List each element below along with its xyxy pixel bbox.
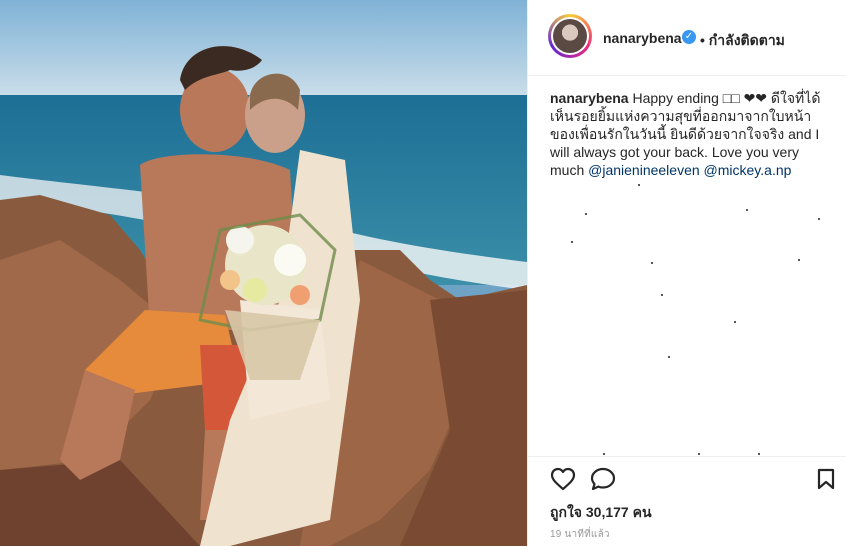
artifact-dot [798, 259, 800, 261]
post-actions: ถูกใจ 30,177 คน 19 นาทีที่แล้ว [528, 456, 846, 547]
post-side-panel: nanarybena ✓ • กำลังติดตาม nanarybena Ha… [527, 0, 846, 546]
artifact-dot [585, 213, 587, 215]
username-link[interactable]: nanarybena [603, 30, 682, 46]
artifact-dot [603, 453, 605, 455]
artifact-dot [734, 321, 736, 323]
artifact-dot [746, 209, 748, 211]
artifact-dot [698, 453, 700, 455]
artifact-dot [818, 218, 820, 220]
likes-count[interactable]: ถูกใจ 30,177 คน [550, 502, 652, 524]
comments-area: nanarybena Happy ending □□ ❤❤ ดีใจที่ได้… [528, 76, 846, 456]
caption: nanarybena Happy ending □□ ❤❤ ดีใจที่ได้… [550, 89, 825, 179]
post-header: nanarybena ✓ • กำลังติดตาม [528, 0, 846, 76]
artifact-dot [651, 262, 653, 264]
follow-status-button[interactable]: • กำลังติดตาม [700, 30, 785, 52]
artifact-dot [661, 294, 663, 296]
bookmark-icon[interactable] [817, 468, 835, 490]
caption-username[interactable]: nanarybena [550, 90, 629, 106]
avatar-image [553, 19, 587, 53]
artifact-dot [668, 356, 670, 358]
comment-bubble-icon[interactable] [590, 467, 616, 491]
verified-badge-icon: ✓ [682, 30, 696, 44]
mention-link[interactable]: @mickey.a.np [704, 162, 792, 178]
artifact-dot [638, 184, 640, 186]
artifact-dot [758, 453, 760, 455]
heart-outline-icon[interactable] [550, 467, 576, 491]
artifact-dot [571, 241, 573, 243]
post-photo[interactable] [0, 0, 527, 546]
post-timestamp[interactable]: 19 นาทีที่แล้ว [550, 527, 610, 542]
avatar[interactable] [548, 14, 592, 58]
mention-link[interactable]: @janienineeleven [588, 162, 700, 178]
